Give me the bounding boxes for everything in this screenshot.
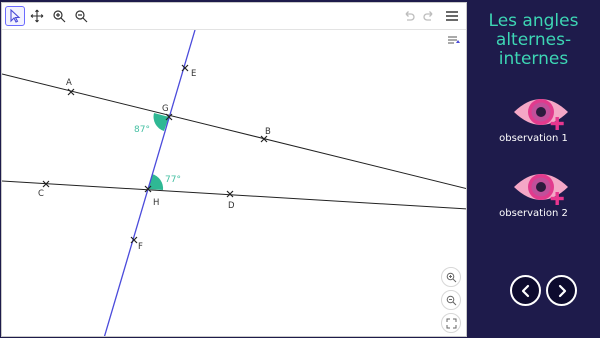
main-menu-button[interactable] [442, 6, 462, 26]
chevron-left-icon [521, 284, 529, 297]
fullscreen-icon [446, 318, 456, 328]
redo-button[interactable] [419, 6, 439, 26]
zoom-out-tool-icon [75, 10, 88, 23]
panel-title: Les angles alternes- internes [467, 12, 600, 69]
eye-plus-icon [514, 99, 568, 130]
angle-sector-g[interactable] [153, 113, 169, 131]
point-d-marker[interactable] [226, 190, 234, 198]
point-d-label: D [228, 201, 235, 211]
pan-tool-button[interactable] [27, 6, 47, 26]
next-button[interactable] [546, 275, 577, 306]
chevron-right-icon [558, 284, 566, 297]
transversal-line[interactable] [103, 30, 196, 337]
panel-title-line: Les angles [488, 11, 579, 31]
point-h-label: H [153, 198, 159, 208]
observation-2-label: observation 2 [499, 208, 568, 219]
redo-icon [423, 11, 433, 21]
zoom-out-button[interactable] [441, 290, 461, 310]
hamburger-menu-icon [446, 11, 458, 21]
previous-button[interactable] [510, 275, 541, 306]
point-e-label: E [191, 69, 196, 79]
construction-canvas[interactable]: A B C D E F G H 87° 77° [2, 30, 467, 337]
move-tool-icon [10, 9, 21, 23]
zoom-in-tool-icon [53, 10, 66, 23]
angle-h-value: 77° [165, 175, 181, 185]
pan-tool-icon [30, 9, 44, 23]
undo-icon [405, 11, 415, 21]
panel-title-line: alternes- [495, 30, 572, 50]
zoom-in-button[interactable] [441, 267, 461, 287]
point-f-label: F [138, 242, 143, 252]
point-a-label: A [66, 78, 72, 88]
fullscreen-button[interactable] [441, 313, 461, 333]
geogebra-applet: A B C D E F G H 87° 77° [1, 2, 467, 337]
zoom-out-icon [446, 295, 456, 305]
applet-toolbar [2, 3, 466, 30]
graphics-view[interactable]: A B C D E F G H 87° 77° [2, 30, 467, 337]
undo-button[interactable] [399, 6, 419, 26]
point-b-label: B [265, 127, 271, 137]
zoom-in-icon [446, 272, 456, 282]
zoom-in-tool-button[interactable] [49, 6, 69, 26]
point-c-label: C [38, 189, 44, 199]
point-g-label: G [162, 104, 169, 114]
app-frame: A B C D E F G H 87° 77° Les angles alter… [0, 0, 600, 338]
observation-1-label: observation 1 [499, 133, 568, 144]
move-tool-button[interactable] [5, 6, 25, 26]
side-panel: Les angles alternes- internes observatio… [467, 0, 600, 338]
panel-title-line: internes [498, 49, 569, 69]
point-markers [42, 64, 268, 244]
angle-g-value: 87° [134, 125, 150, 135]
eye-plus-icon [514, 174, 568, 205]
zoom-out-tool-button[interactable] [71, 6, 91, 26]
